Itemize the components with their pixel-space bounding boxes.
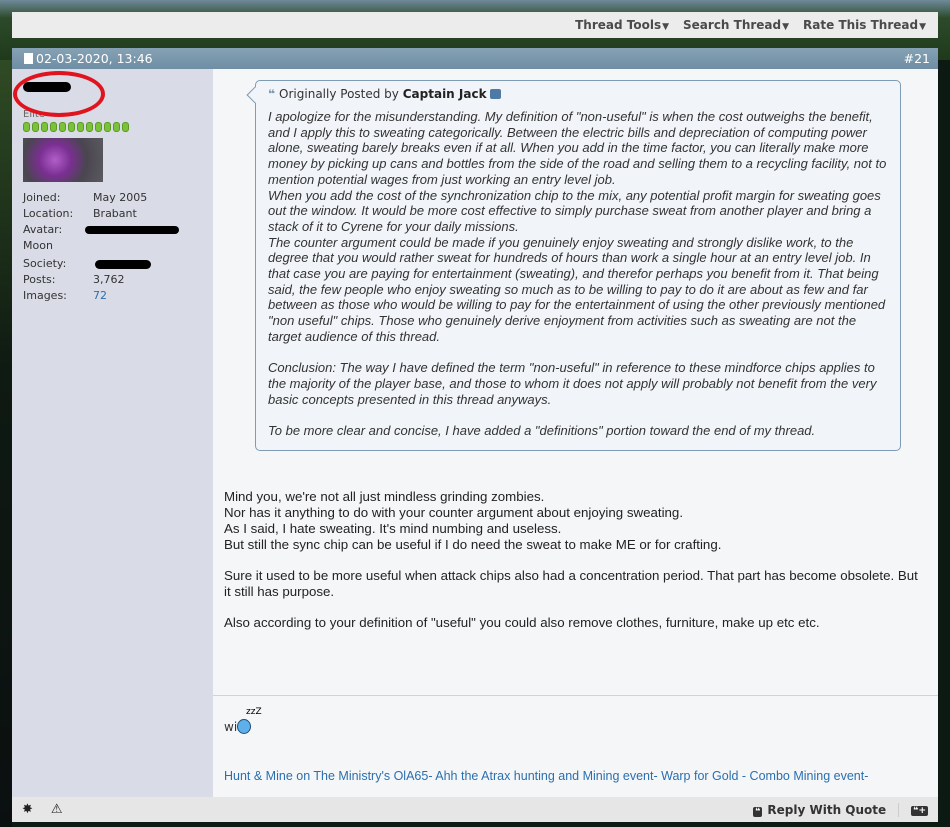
reputation-pip [32, 122, 39, 132]
body-paragraph: Mind you, we're not all just mindless gr… [224, 489, 924, 553]
info-value: Brabant [93, 207, 137, 220]
info-value: 3,762 [93, 273, 125, 286]
reputation-pip [122, 122, 129, 132]
reply-with-quote-button[interactable]: ❝ Reply With Quote [753, 802, 900, 817]
signature-text: wi [224, 720, 238, 734]
quote-paragraph: I apologize for the misunderstanding. My… [268, 109, 887, 187]
body-line: As I said, I hate sweating. It's mind nu… [224, 521, 562, 536]
society-redaction [95, 260, 151, 269]
info-value: May 2005 [93, 191, 148, 204]
rate-thread-menu[interactable]: Rate This Thread▼ [803, 18, 926, 32]
avatar-name-redaction [85, 226, 179, 234]
rate-thread-label: Rate This Thread [803, 18, 919, 32]
sleep-zz: zzZ [246, 707, 262, 717]
quote-bubble-icon: ❝ [753, 806, 763, 817]
body-line: Mind you, we're not all just mindless gr… [224, 489, 545, 504]
info-label: Images: [23, 289, 67, 302]
caret-down-icon: ▼ [662, 22, 670, 32]
post-number-link[interactable]: #21 [904, 51, 930, 66]
post-content: ❝ Originally Posted by Captain Jack I apo… [213, 69, 938, 797]
info-row-joined: Joined: May 2005 [23, 190, 202, 206]
quote-paragraph: When you add the cost of the synchroniza… [268, 187, 881, 234]
post-date-text: 02-03-2020, 13:46 [36, 51, 153, 66]
info-row-avatar-cont: Moon [23, 238, 202, 254]
reputation-pip [50, 122, 57, 132]
info-label: Avatar: [23, 223, 63, 236]
body-line: But still the sync chip can be useful if… [224, 537, 722, 552]
body-line: Also according to your definition of "us… [224, 615, 820, 630]
info-row-images: Images: 72 [23, 288, 202, 304]
signature-divider [213, 695, 938, 696]
quote-paragraph: Conclusion: The way I have defined the t… [268, 360, 877, 407]
info-value: Moon [23, 239, 53, 252]
report-warning-icon[interactable]: ⚠ [51, 802, 63, 817]
post-icon [24, 53, 33, 64]
thread-toolbar: Thread Tools▼ Search Thread▼ Rate This T… [12, 12, 938, 38]
info-label: Posts: [23, 273, 56, 286]
thread-tools-menu[interactable]: Thread Tools▼ [575, 18, 669, 32]
reply-with-quote-label: Reply With Quote [767, 802, 887, 817]
post-footer: ✸ ⚠ ❝ Reply With Quote ❝+ [12, 797, 938, 822]
reputation-pip [77, 122, 84, 132]
multi-quote-icon: ❝+ [911, 806, 928, 816]
reputation-pip [86, 122, 93, 132]
caret-down-icon: ▼ [919, 22, 926, 32]
thread-tools-label: Thread Tools [575, 18, 662, 32]
body-paragraph: Sure it used to be more useful when atta… [224, 568, 924, 600]
username-link[interactable] [13, 71, 202, 117]
body-line: Nor has it anything to do with your coun… [224, 505, 684, 520]
red-circle-annotation [13, 71, 105, 117]
sleeping-smiley-icon [237, 719, 252, 734]
body-paragraph: Also according to your definition of "us… [224, 615, 924, 631]
quote-prefix: Originally Posted by [279, 87, 399, 101]
view-post-icon[interactable] [489, 89, 501, 99]
user-info-sidebar: Elite Joined: May 2005 Location: Brabant A… [12, 69, 213, 797]
caret-down-icon: ▼ [782, 22, 790, 32]
reputation-pip [68, 122, 75, 132]
reputation-pip [104, 122, 111, 132]
search-thread-menu[interactable]: Search Thread▼ [683, 18, 789, 32]
info-label: Location: [23, 207, 74, 220]
multi-quote-button[interactable]: ❝+ [911, 803, 928, 816]
post-header: 02-03-2020, 13:46 #21 [12, 48, 938, 69]
post-date: 02-03-2020, 13:46 [24, 51, 153, 66]
info-label: Society: [23, 257, 67, 270]
quote-paragraph: To be more clear and concise, I have add… [268, 423, 816, 439]
quote-text: I apologize for the misunderstanding. My… [268, 109, 888, 439]
post-body: Mind you, we're not all just mindless gr… [224, 489, 924, 646]
signature-line: wi zzZ [224, 707, 262, 734]
reputation-pip [59, 122, 66, 132]
reputation-star-icon[interactable]: ✸ [22, 802, 33, 817]
reputation-bar [23, 122, 202, 132]
info-row-location: Location: Brabant [23, 206, 202, 222]
info-row-society: Society: [23, 256, 202, 272]
quote-paragraph: The counter argument could be made if yo… [268, 234, 886, 344]
user-avatar[interactable] [23, 138, 103, 182]
signature-link[interactable]: Hunt & Mine on The Ministry's OlA65- Ahh… [224, 769, 868, 783]
info-row-avatar: Avatar: [23, 222, 202, 238]
search-thread-label: Search Thread [683, 18, 782, 32]
quote-header: ❝ Originally Posted by Captain Jack [268, 87, 888, 101]
images-link[interactable]: 72 [93, 288, 107, 304]
reputation-pip [41, 122, 48, 132]
info-row-posts: Posts: 3,762 [23, 272, 202, 288]
reputation-pip [95, 122, 102, 132]
quote-author: Captain Jack [402, 87, 487, 101]
quote-block: ❝ Originally Posted by Captain Jack I apo… [255, 80, 901, 451]
reputation-pip [113, 122, 120, 132]
info-label: Joined: [23, 191, 61, 204]
quote-icon: ❝ [268, 87, 276, 101]
user-info: Joined: May 2005 Location: Brabant Avatar:… [23, 190, 202, 304]
body-line: Sure it used to be more useful when atta… [224, 568, 918, 599]
background-side [0, 60, 12, 827]
reputation-pip [23, 122, 30, 132]
